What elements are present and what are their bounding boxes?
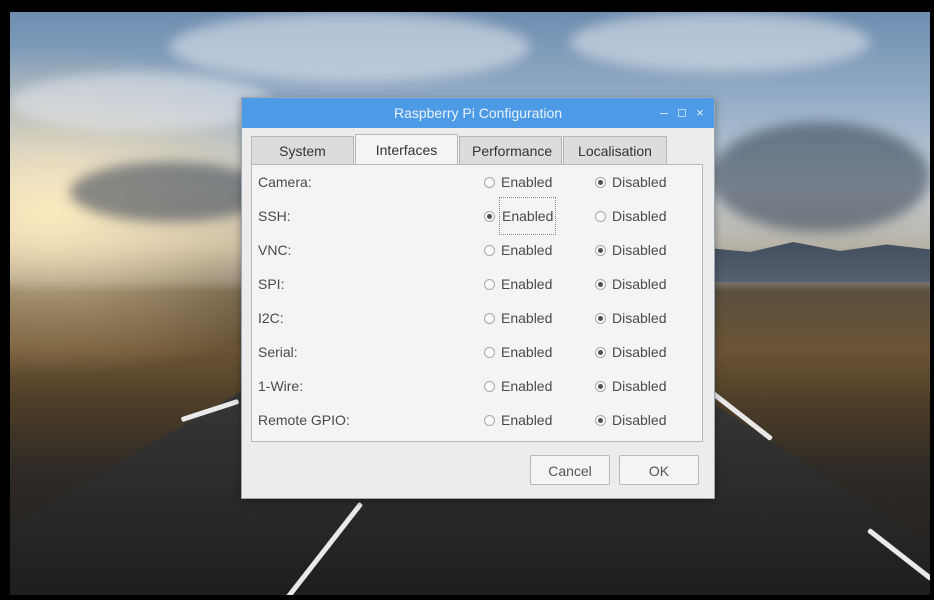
disabled-option[interactable]: Disabled [595,403,666,437]
disabled-option[interactable]: Disabled [595,267,666,301]
interface-label: SSH: [258,208,291,224]
interface-label: Camera: [258,174,312,190]
option-label: Disabled [612,344,667,360]
option-label: Enabled [501,174,553,190]
option-label: Enabled [501,310,553,326]
radio-icon[interactable] [484,414,495,426]
radio-icon[interactable] [595,210,606,222]
cloud [570,12,870,72]
cloud [710,122,930,232]
cloud [10,72,270,132]
radio-icon[interactable] [484,244,495,256]
disabled-option[interactable]: Disabled [595,335,666,369]
title-bar[interactable]: Raspberry Pi Configuration – × [242,98,714,128]
window-controls: – × [658,98,706,128]
radio-icon[interactable] [595,346,606,358]
interface-row-remote-gpio: Remote GPIO: Enabled Disabled [252,403,702,437]
enabled-option[interactable]: Enabled [484,165,552,199]
maximize-icon[interactable] [678,109,686,117]
tab-localisation[interactable]: Localisation [563,136,667,164]
option-label: Enabled [498,197,557,235]
option-label: Disabled [612,174,667,190]
radio-icon[interactable] [595,278,606,290]
radio-icon[interactable] [595,176,606,188]
enabled-option[interactable]: Enabled [484,267,552,301]
disabled-option[interactable]: Disabled [595,233,666,267]
interface-label: Remote GPIO: [258,412,350,428]
radio-icon[interactable] [484,176,495,188]
option-label: Enabled [501,378,553,394]
option-label: Enabled [501,242,553,258]
interface-label: SPI: [258,276,285,292]
option-label: Disabled [612,412,667,428]
radio-icon[interactable] [484,312,495,324]
option-label: Disabled [612,276,667,292]
interface-row-ssh: SSH: Enabled Disabled [252,197,702,235]
enabled-option[interactable]: Enabled [484,335,552,369]
radio-icon[interactable] [595,414,606,426]
radio-icon[interactable] [595,244,606,256]
interface-label: Serial: [258,344,298,360]
cloud [70,162,270,222]
interface-row-i2c: I2C: Enabled Disabled [252,301,702,335]
interfaces-panel: Camera: Enabled Disabled SSH: Enabled Di… [251,164,703,442]
option-label: Enabled [501,344,553,360]
enabled-option[interactable]: Enabled [484,197,557,235]
disabled-option[interactable]: Disabled [595,369,666,403]
radio-icon[interactable] [484,346,495,358]
tab-bar: System Interfaces Performance Localisati… [251,134,668,164]
enabled-option[interactable]: Enabled [484,369,552,403]
tab-performance[interactable]: Performance [459,136,562,164]
option-label: Disabled [612,208,667,224]
interface-row-1wire: 1-Wire: Enabled Disabled [252,369,702,403]
interface-label: 1-Wire: [258,378,304,394]
cloud [170,12,530,82]
interface-row-vnc: VNC: Enabled Disabled [252,233,702,267]
interface-label: VNC: [258,242,292,258]
radio-icon[interactable] [484,380,495,392]
option-label: Disabled [612,310,667,326]
config-window: Raspberry Pi Configuration – × System In… [241,97,715,499]
minimize-icon[interactable]: – [658,98,670,128]
interface-row-spi: SPI: Enabled Disabled [252,267,702,301]
option-label: Disabled [612,378,667,394]
disabled-option[interactable]: Disabled [595,165,666,199]
radio-icon[interactable] [595,380,606,392]
option-label: Enabled [501,412,553,428]
window-title: Raspberry Pi Configuration [393,105,563,121]
cancel-button[interactable]: Cancel [530,455,610,485]
ok-button[interactable]: OK [619,455,699,485]
radio-icon[interactable] [484,278,495,290]
option-label: Disabled [612,242,667,258]
interface-row-serial: Serial: Enabled Disabled [252,335,702,369]
enabled-option[interactable]: Enabled [484,403,552,437]
close-icon[interactable]: × [694,98,706,128]
disabled-option[interactable]: Disabled [595,199,666,233]
interface-label: I2C: [258,310,284,326]
enabled-option[interactable]: Enabled [484,233,552,267]
interface-row-camera: Camera: Enabled Disabled [252,165,702,199]
radio-icon[interactable] [595,312,606,324]
enabled-option[interactable]: Enabled [484,301,552,335]
tab-interfaces[interactable]: Interfaces [355,134,458,164]
radio-icon[interactable] [484,210,495,222]
disabled-option[interactable]: Disabled [595,301,666,335]
option-label: Enabled [501,276,553,292]
tab-system[interactable]: System [251,136,354,164]
